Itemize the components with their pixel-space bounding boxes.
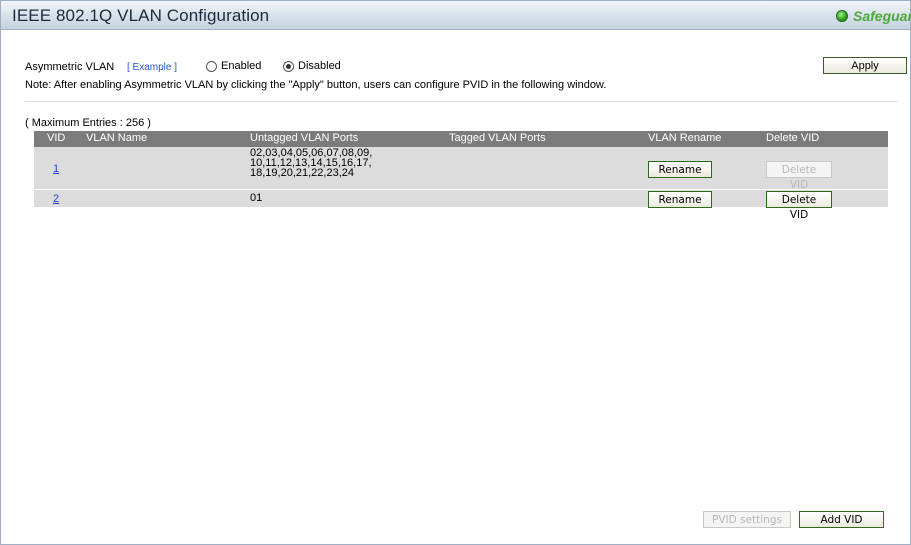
safeguard-label: Safeguard: [853, 8, 911, 24]
asymmetric-enabled-radio[interactable]: Enabled: [206, 60, 261, 72]
vid-link-2[interactable]: 2: [53, 193, 59, 205]
radio-label-enabled: Enabled: [221, 60, 262, 72]
apply-button[interactable]: Apply: [823, 57, 907, 74]
col-header-untagged-ports: Untagged VLAN Ports: [250, 132, 359, 144]
divider: [25, 101, 898, 102]
asymmetric-vlan-label: Asymmetric VLAN: [25, 61, 115, 73]
table-row: 2 01 Rename Delete VID: [34, 190, 888, 221]
max-entries-label: ( Maximum Entries : 256 ): [25, 117, 151, 129]
example-link[interactable]: [ Example ]: [127, 62, 177, 73]
page-title: IEEE 802.1Q VLAN Configuration: [12, 6, 270, 25]
safeguard-status-icon: [836, 10, 848, 22]
radio-label-disabled: Disabled: [298, 60, 341, 72]
rename-button[interactable]: Rename: [648, 161, 712, 178]
col-header-vlan-name: VLAN Name: [86, 132, 148, 144]
asymmetric-note: Note: After enabling Asymmetric VLAN by …: [25, 79, 607, 91]
table-header: VID VLAN Name Untagged VLAN Ports Tagged…: [34, 131, 888, 147]
title-bar: IEEE 802.1Q VLAN Configuration Safeguard: [1, 1, 911, 30]
add-vid-button[interactable]: Add VID: [799, 511, 884, 528]
delete-vid-button[interactable]: Delete VID: [766, 191, 832, 221]
vid-link-1[interactable]: 1: [53, 163, 59, 175]
untagged-ports-cell: 02,03,04,05,06,07,08,09, 10,11,12,13,14,…: [250, 148, 372, 179]
radio-button-icon[interactable]: [206, 60, 217, 72]
col-header-vlan-rename: VLAN Rename: [648, 132, 722, 144]
delete-vid-button-disabled: Delete VID: [766, 161, 832, 191]
untagged-ports-line: 18,19,20,21,22,23,24: [250, 167, 354, 179]
col-header-tagged-ports: Tagged VLAN Ports: [449, 132, 546, 144]
col-header-vid: VID: [47, 132, 66, 144]
rename-button[interactable]: Rename: [648, 191, 712, 208]
table-row: 1 02,03,04,05,06,07,08,09, 10,11,12,13,1…: [34, 147, 888, 191]
asymmetric-disabled-radio[interactable]: Disabled: [283, 60, 341, 72]
radio-button-selected-icon[interactable]: [283, 60, 294, 72]
col-header-delete-vid: Delete VID: [766, 132, 820, 144]
untagged-ports-cell: 01: [250, 192, 263, 204]
pvid-settings-button: PVID settings: [703, 511, 791, 528]
safeguard-indicator: Safeguard: [836, 8, 911, 24]
